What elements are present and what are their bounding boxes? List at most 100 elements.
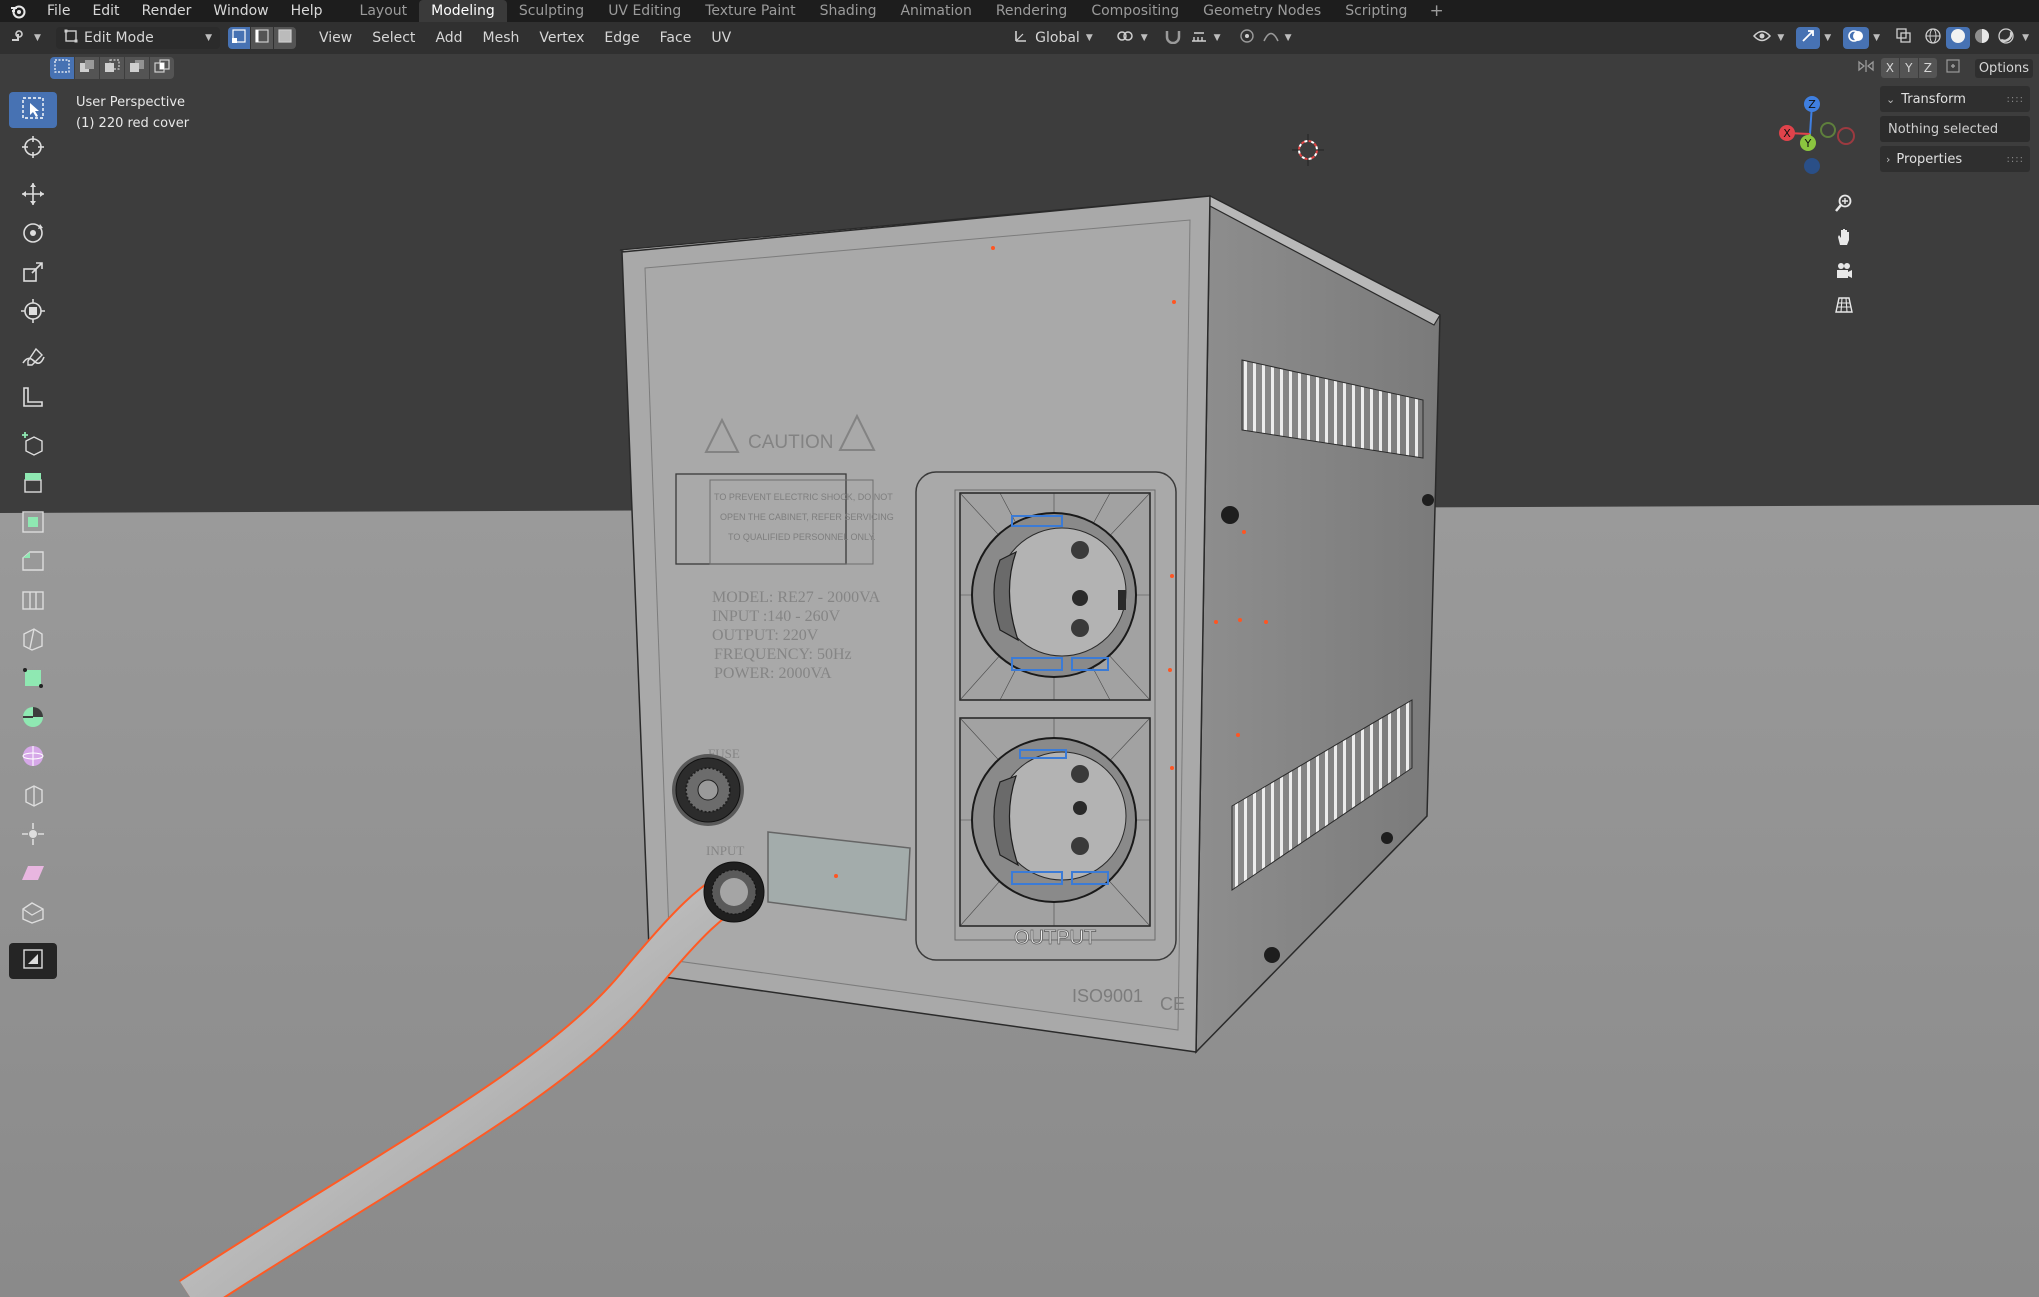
- tool-annotate[interactable]: [9, 342, 57, 378]
- gizmo-toggle[interactable]: [1796, 27, 1821, 49]
- shading-wireframe-button[interactable]: [1920, 27, 1946, 49]
- gizmo-arrow-icon: [1800, 28, 1816, 48]
- tab-sculpting[interactable]: Sculpting: [507, 0, 596, 22]
- select-subtract-button[interactable]: [100, 57, 124, 79]
- select-difference-button[interactable]: [125, 57, 149, 79]
- side-screw: [1422, 494, 1434, 506]
- 3d-viewport[interactable]: CAUTION TO PREVENT ELECTRIC SHOCK, DO NO…: [0, 82, 2039, 1297]
- tab-uv-editing[interactable]: UV Editing: [596, 0, 693, 22]
- tab-shading[interactable]: Shading: [808, 0, 889, 22]
- menu-file[interactable]: File: [36, 0, 81, 22]
- menu-add[interactable]: Add: [425, 30, 472, 46]
- vertex-select-button[interactable]: [228, 27, 250, 49]
- mirror-z-toggle[interactable]: Z: [1918, 58, 1937, 78]
- tab-rendering[interactable]: Rendering: [984, 0, 1080, 22]
- menu-mesh[interactable]: Mesh: [473, 30, 530, 46]
- xray-toggle[interactable]: [1892, 27, 1916, 49]
- select-extend-button[interactable]: [75, 57, 99, 79]
- navigation-gizmo[interactable]: Z X Y: [1770, 90, 1870, 190]
- options-dropdown[interactable]: Options: [1974, 58, 2033, 78]
- tool-select-box[interactable]: [9, 92, 57, 128]
- pivot-point-icon: [1115, 28, 1135, 48]
- menu-vertex[interactable]: Vertex: [529, 30, 594, 46]
- menu-window[interactable]: Window: [202, 0, 279, 22]
- chevron-down-icon[interactable]: ▼: [1824, 33, 1831, 43]
- visibility-dropdown[interactable]: ▼: [1749, 27, 1788, 49]
- tool-shrink-fatten[interactable]: [9, 818, 57, 854]
- drag-handle-icon[interactable]: ::::: [2007, 154, 2024, 165]
- ortho-toggle-button[interactable]: [1829, 292, 1859, 322]
- drag-handle-icon[interactable]: ::::: [2007, 94, 2024, 105]
- auto-merge-icon[interactable]: [1945, 58, 1963, 78]
- tool-smooth[interactable]: [9, 740, 57, 776]
- properties-panel-header[interactable]: › Properties ::::: [1880, 146, 2030, 172]
- tool-loop-cut[interactable]: [9, 584, 57, 620]
- tool-spin[interactable]: [9, 701, 57, 737]
- tool-poly-build[interactable]: [9, 662, 57, 698]
- shading-material-button[interactable]: [1970, 27, 1994, 49]
- pivot-point-dropdown[interactable]: ▼: [1111, 27, 1152, 49]
- tool-add-cube[interactable]: [9, 428, 57, 464]
- tool-cursor[interactable]: [9, 131, 57, 167]
- pan-button[interactable]: [1829, 224, 1859, 254]
- chevron-down-icon[interactable]: ▼: [2022, 33, 2029, 43]
- tab-modeling[interactable]: Modeling: [419, 0, 507, 22]
- mirror-x-toggle[interactable]: X: [1880, 58, 1899, 78]
- editor-type-button[interactable]: ▼: [10, 27, 46, 49]
- menu-select[interactable]: Select: [362, 30, 425, 46]
- loop-cut-icon: [20, 587, 46, 617]
- mode-dropdown[interactable]: Edit Mode ▼: [56, 27, 220, 49]
- output-label: OUTPUT: [1014, 927, 1096, 949]
- shading-solid-button[interactable]: [1946, 27, 1971, 49]
- snap-target-dropdown[interactable]: ▼: [1186, 27, 1225, 49]
- tool-edge-slide[interactable]: [9, 779, 57, 815]
- tool-scale[interactable]: [9, 256, 57, 292]
- tool-measure[interactable]: [9, 381, 57, 417]
- svg-text:X: X: [1783, 127, 1791, 140]
- chevron-down-icon[interactable]: ▼: [1873, 33, 1880, 43]
- add-workspace-button[interactable]: +: [1419, 1, 1453, 21]
- tool-rip-region[interactable]: [9, 896, 57, 932]
- proportional-edit-toggle[interactable]: [1235, 27, 1259, 49]
- shading-rendered-button[interactable]: [1994, 27, 2018, 49]
- overlays-toggle[interactable]: [1843, 27, 1870, 49]
- select-intersect-button[interactable]: [150, 57, 174, 79]
- snap-toggle[interactable]: [1160, 27, 1186, 49]
- tab-layout[interactable]: Layout: [348, 0, 420, 22]
- tool-knife[interactable]: [9, 623, 57, 659]
- tab-compositing[interactable]: Compositing: [1079, 0, 1191, 22]
- menu-render[interactable]: Render: [131, 0, 203, 22]
- tool-transform[interactable]: [9, 295, 57, 331]
- select-new-button[interactable]: [50, 57, 74, 79]
- menu-edit[interactable]: Edit: [81, 0, 130, 22]
- menu-edge[interactable]: Edge: [594, 30, 649, 46]
- tool-bevel[interactable]: [9, 545, 57, 581]
- edge-select-button[interactable]: [251, 27, 273, 49]
- blender-logo-icon[interactable]: [0, 0, 36, 22]
- tool-settings-toggle[interactable]: [9, 943, 57, 979]
- menu-help[interactable]: Help: [280, 0, 334, 22]
- tab-animation[interactable]: Animation: [888, 0, 983, 22]
- mirror-y-toggle[interactable]: Y: [1899, 58, 1918, 78]
- face-select-button[interactable]: [274, 27, 296, 49]
- menu-view[interactable]: View: [309, 30, 362, 46]
- tab-scripting[interactable]: Scripting: [1333, 0, 1419, 22]
- tool-move[interactable]: [9, 178, 57, 214]
- vertex-select-icon: [232, 29, 246, 47]
- tab-geometry-nodes[interactable]: Geometry Nodes: [1191, 0, 1333, 22]
- workspace-tabs: Layout Modeling Sculpting UV Editing Tex…: [348, 0, 1454, 22]
- transform-panel-header[interactable]: ⌄ Transform ::::: [1880, 86, 2030, 112]
- tool-extrude[interactable]: [9, 467, 57, 503]
- tool-inset[interactable]: [9, 506, 57, 542]
- tool-rotate[interactable]: [9, 217, 57, 253]
- transform-orientation-dropdown[interactable]: Global ▼: [1007, 27, 1099, 49]
- tab-texture-paint[interactable]: Texture Paint: [693, 0, 807, 22]
- menu-face[interactable]: Face: [650, 30, 702, 46]
- menu-uv[interactable]: UV: [701, 30, 741, 46]
- viewport-info-overlay: User Perspective (1) 220 red cover: [76, 92, 189, 134]
- tool-shear[interactable]: [9, 857, 57, 893]
- camera-view-button[interactable]: [1829, 258, 1859, 288]
- mode-label: Edit Mode: [84, 30, 154, 46]
- zoom-button[interactable]: [1829, 190, 1859, 220]
- proportional-falloff-dropdown[interactable]: ▼: [1259, 27, 1296, 49]
